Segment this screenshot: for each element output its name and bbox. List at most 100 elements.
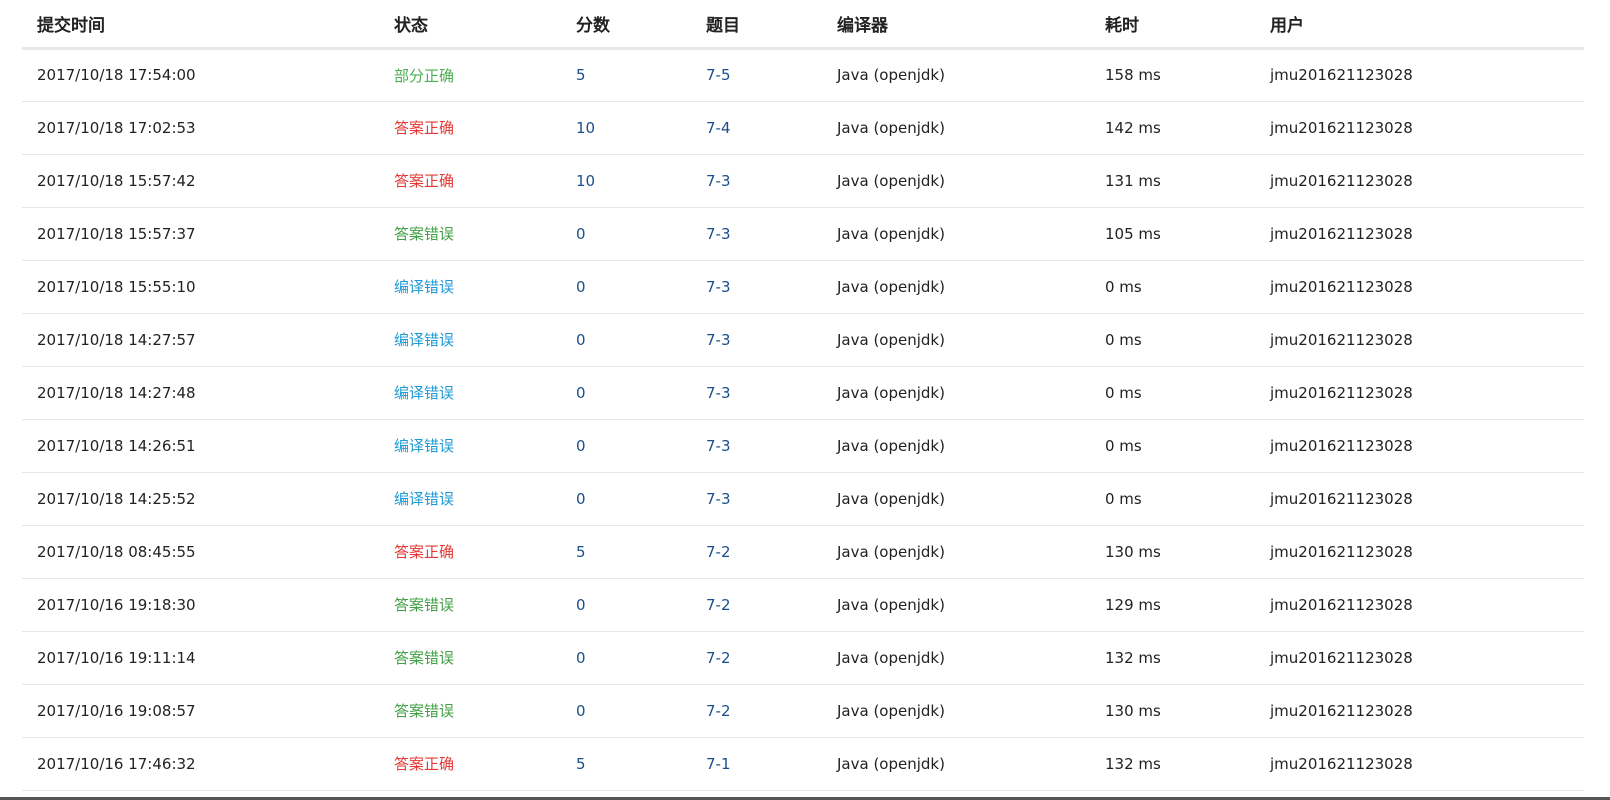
cell-problem[interactable]: 7-3 [691, 260, 822, 314]
cell-score[interactable]: 0 [561, 207, 691, 261]
cell-submit-time: 2017/10/18 15:55:10 [22, 260, 379, 314]
cell-time-cost: 0 ms [1090, 366, 1255, 420]
cell-submit-time: 2017/10/18 17:02:53 [22, 101, 379, 155]
table-row[interactable]: 2017/10/18 08:45:55 答案正确 5 7-2 Java (openjdk… [22, 525, 1584, 579]
cell-status[interactable]: 答案正确 [379, 737, 561, 791]
cell-score[interactable]: 0 [561, 684, 691, 738]
table-row[interactable]: 2017/10/18 15:57:42 答案正确 10 7-3 Java (openjd… [22, 154, 1584, 208]
cell-score[interactable]: 0 [561, 578, 691, 632]
cell-status[interactable]: 答案正确 [379, 101, 561, 155]
cell-score[interactable]: 10 [561, 101, 691, 155]
cell-submit-time: 2017/10/16 19:11:14 [22, 631, 379, 685]
cell-time-cost: 132 ms [1090, 737, 1255, 791]
cell-score[interactable]: 5 [561, 525, 691, 579]
table-row[interactable]: 2017/10/18 14:27:57 编译错误 0 7-3 Java (openjdk… [22, 313, 1584, 367]
cell-user: jmu201621123028 [1255, 525, 1584, 579]
cell-user: jmu201621123028 [1255, 366, 1584, 420]
cell-time-cost: 0 ms [1090, 313, 1255, 367]
cell-score[interactable]: 0 [561, 366, 691, 420]
cell-problem[interactable]: 7-3 [691, 313, 822, 367]
table-row[interactable]: 2017/10/18 14:26:51 编译错误 0 7-3 Java (openjdk… [22, 419, 1584, 473]
cell-time-cost: 130 ms [1090, 684, 1255, 738]
cell-problem[interactable]: 7-2 [691, 684, 822, 738]
cell-user: jmu201621123028 [1255, 260, 1584, 314]
cell-time-cost: 131 ms [1090, 154, 1255, 208]
cell-score[interactable]: 0 [561, 472, 691, 526]
cell-status[interactable]: 编译错误 [379, 366, 561, 420]
cell-compiler: Java (openjdk) [822, 578, 1090, 632]
header-submit-time: 提交时间 [22, 0, 379, 50]
cell-submit-time: 2017/10/18 14:25:52 [22, 472, 379, 526]
table-row[interactable]: 2017/10/18 14:27:48 编译错误 0 7-3 Java (openjdk… [22, 366, 1584, 420]
cell-status[interactable]: 编译错误 [379, 313, 561, 367]
cell-status[interactable]: 答案错误 [379, 207, 561, 261]
cell-score[interactable]: 0 [561, 260, 691, 314]
cell-status[interactable]: 编译错误 [379, 472, 561, 526]
cell-status[interactable]: 答案错误 [379, 684, 561, 738]
cell-compiler: Java (openjdk) [822, 737, 1090, 791]
table-row[interactable]: 2017/10/18 17:54:00 部分正确 5 7-5 Java (openjdk… [22, 48, 1584, 102]
cell-problem[interactable]: 7-3 [691, 472, 822, 526]
cell-time-cost: 158 ms [1090, 48, 1255, 102]
cell-submit-time: 2017/10/18 15:57:37 [22, 207, 379, 261]
cell-problem[interactable]: 7-2 [691, 578, 822, 632]
cell-user: jmu201621123028 [1255, 737, 1584, 791]
cell-score[interactable]: 0 [561, 419, 691, 473]
cell-problem[interactable]: 7-3 [691, 366, 822, 420]
cell-compiler: Java (openjdk) [822, 48, 1090, 102]
cell-problem[interactable]: 7-3 [691, 419, 822, 473]
cell-problem[interactable]: 7-4 [691, 101, 822, 155]
cell-user: jmu201621123028 [1255, 313, 1584, 367]
cell-user: jmu201621123028 [1255, 101, 1584, 155]
cell-status[interactable]: 编译错误 [379, 260, 561, 314]
cell-problem[interactable]: 7-3 [691, 154, 822, 208]
cell-status[interactable]: 答案正确 [379, 525, 561, 579]
cell-compiler: Java (openjdk) [822, 101, 1090, 155]
cell-status[interactable]: 答案错误 [379, 578, 561, 632]
cell-user: jmu201621123028 [1255, 472, 1584, 526]
table-row[interactable]: 2017/10/18 17:02:53 答案正确 10 7-4 Java (openjd… [22, 101, 1584, 155]
cell-submit-time: 2017/10/18 14:27:48 [22, 366, 379, 420]
cell-compiler: Java (openjdk) [822, 154, 1090, 208]
cell-submit-time: 2017/10/18 15:57:42 [22, 154, 379, 208]
cell-score[interactable]: 10 [561, 154, 691, 208]
cell-compiler: Java (openjdk) [822, 366, 1090, 420]
cell-submit-time: 2017/10/18 17:54:00 [22, 48, 379, 102]
cell-score[interactable]: 5 [561, 48, 691, 102]
cell-status[interactable]: 答案正确 [379, 154, 561, 208]
cell-compiler: Java (openjdk) [822, 631, 1090, 685]
header-compiler: 编译器 [822, 0, 1090, 50]
table-row[interactable]: 2017/10/18 15:55:10 编译错误 0 7-3 Java (openjdk… [22, 260, 1584, 314]
table-row[interactable]: 2017/10/16 19:11:14 答案错误 0 7-2 Java (openjdk… [22, 631, 1584, 685]
table-row[interactable]: 2017/10/18 15:57:37 答案错误 0 7-3 Java (openjdk… [22, 207, 1584, 261]
cell-time-cost: 132 ms [1090, 631, 1255, 685]
cell-submit-time: 2017/10/18 08:45:55 [22, 525, 379, 579]
cell-problem[interactable]: 7-5 [691, 48, 822, 102]
cell-status[interactable]: 答案错误 [379, 631, 561, 685]
cell-submit-time: 2017/10/18 14:27:57 [22, 313, 379, 367]
cell-time-cost: 0 ms [1090, 472, 1255, 526]
cell-problem[interactable]: 7-2 [691, 631, 822, 685]
cell-score[interactable]: 0 [561, 631, 691, 685]
cell-user: jmu201621123028 [1255, 207, 1584, 261]
table-body: 2017/10/18 17:54:00 部分正确 5 7-5 Java (openjdk… [22, 48, 1584, 791]
header-row: 提交时间 状态 分数 题目 编译器 耗时 用户 [22, 0, 1584, 50]
table-row[interactable]: 2017/10/16 17:46:32 答案正确 5 7-1 Java (openjdk… [22, 737, 1584, 791]
cell-problem[interactable]: 7-1 [691, 737, 822, 791]
cell-status[interactable]: 编译错误 [379, 419, 561, 473]
cell-status[interactable]: 部分正确 [379, 48, 561, 102]
cell-user: jmu201621123028 [1255, 48, 1584, 102]
header-time-cost: 耗时 [1090, 0, 1255, 50]
cell-time-cost: 105 ms [1090, 207, 1255, 261]
table-row[interactable]: 2017/10/18 14:25:52 编译错误 0 7-3 Java (openjdk… [22, 472, 1584, 526]
cell-time-cost: 142 ms [1090, 101, 1255, 155]
cell-time-cost: 130 ms [1090, 525, 1255, 579]
table-row[interactable]: 2017/10/16 19:08:57 答案错误 0 7-2 Java (openjdk… [22, 684, 1584, 738]
cell-submit-time: 2017/10/16 17:46:32 [22, 737, 379, 791]
cell-problem[interactable]: 7-3 [691, 207, 822, 261]
header-status: 状态 [379, 0, 561, 50]
cell-problem[interactable]: 7-2 [691, 525, 822, 579]
table-row[interactable]: 2017/10/16 19:18:30 答案错误 0 7-2 Java (openjdk… [22, 578, 1584, 632]
cell-score[interactable]: 5 [561, 737, 691, 791]
cell-score[interactable]: 0 [561, 313, 691, 367]
